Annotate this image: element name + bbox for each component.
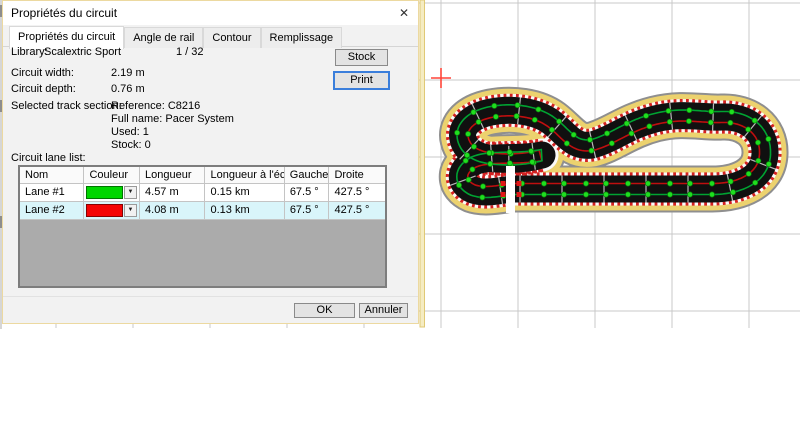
- circuit-width-label: Circuit width:: [11, 67, 74, 79]
- lane-color-swatch: [86, 186, 123, 199]
- circuit-depth-value: 0.76 m: [111, 83, 145, 95]
- column-header[interactable]: Longueur: [140, 167, 205, 184]
- cancel-button[interactable]: Annuler: [359, 303, 408, 318]
- tab-strip: Propriétés du circuitAngle de railContou…: [3, 25, 418, 47]
- stock-button[interactable]: Stock: [335, 49, 388, 66]
- circuit-lane-table[interactable]: NomCouleurLongueurLongueur à l'éc...Gauc…: [18, 165, 387, 288]
- lane-cell-gauche[interactable]: 67.5 °: [285, 184, 330, 202]
- print-button[interactable]: Print: [333, 71, 390, 90]
- library-scale: 1 / 32: [176, 46, 204, 58]
- slot-track[interactable]: [447, 95, 780, 213]
- column-header[interactable]: Longueur à l'éc...: [205, 167, 284, 184]
- lane-cell-nom[interactable]: Lane #2: [20, 202, 84, 220]
- offscreen-track-edge: [420, 0, 425, 327]
- section-detail-line: Full name: Pacer System: [111, 113, 234, 126]
- table-header-row: NomCouleurLongueurLongueur à l'éc...Gauc…: [20, 167, 385, 184]
- column-header[interactable]: Gauche: [285, 167, 330, 184]
- color-dropdown-button[interactable]: ▼: [124, 204, 137, 217]
- section-detail-line: Used: 1: [111, 126, 234, 139]
- selected-section-label: Selected track section:: [11, 100, 122, 112]
- close-icon[interactable]: ✕: [395, 4, 413, 22]
- column-header[interactable]: Nom: [20, 167, 84, 184]
- cursor-crosshair: [431, 68, 451, 88]
- table-row[interactable]: Lane #1 ▼4.57 m0.15 km67.5 °427.5 °: [20, 184, 385, 202]
- library-value: Scalextric Sport: [44, 46, 121, 58]
- lane-color-cell[interactable]: ▼: [84, 184, 140, 202]
- color-dropdown-button[interactable]: ▼: [124, 186, 137, 199]
- selected-section-details: Reference: C8216Full name: Pacer SystemU…: [111, 100, 234, 152]
- lane-cell-nom[interactable]: Lane #1: [20, 184, 84, 202]
- library-label: Library:: [11, 46, 48, 58]
- lane-cell-longueur_echelle[interactable]: 0.15 km: [205, 184, 284, 202]
- column-header[interactable]: Droite: [329, 167, 385, 184]
- dialog-title: Propriétés du circuit: [11, 6, 117, 20]
- section-detail-line: Reference: C8216: [111, 100, 234, 113]
- ok-button[interactable]: OK: [294, 303, 355, 318]
- table-row[interactable]: Lane #2 ▼4.08 m0.13 km67.5 °427.5 °: [20, 202, 385, 220]
- tab-remplissage[interactable]: Remplissage: [261, 27, 343, 48]
- circuit-width-value: 2.19 m: [111, 67, 145, 79]
- section-detail-line: Stock: 0: [111, 139, 234, 152]
- lane-cell-droite[interactable]: 427.5 °: [329, 184, 385, 202]
- lane-cell-longueur_echelle[interactable]: 0.13 km: [205, 202, 284, 220]
- lane-cell-gauche[interactable]: 67.5 °: [285, 202, 330, 220]
- lane-cell-longueur[interactable]: 4.08 m: [140, 202, 205, 220]
- lane-cell-droite[interactable]: 427.5 °: [329, 202, 385, 220]
- tab-contour[interactable]: Contour: [203, 27, 260, 48]
- circuit-depth-label: Circuit depth:: [11, 83, 76, 95]
- circuit-properties-dialog: Propriétés du circuit ✕ Propriétés du ci…: [2, 0, 419, 324]
- lane-color-cell[interactable]: ▼: [84, 202, 140, 220]
- dialog-titlebar[interactable]: Propriétés du circuit ✕: [3, 1, 418, 25]
- lane-color-swatch: [86, 204, 123, 217]
- lane-cell-longueur[interactable]: 4.57 m: [140, 184, 205, 202]
- footer-divider: [3, 296, 418, 297]
- tab-angle-de-rail[interactable]: Angle de rail: [124, 27, 203, 48]
- column-header[interactable]: Couleur: [84, 167, 140, 184]
- lane-list-label: Circuit lane list:: [11, 152, 86, 164]
